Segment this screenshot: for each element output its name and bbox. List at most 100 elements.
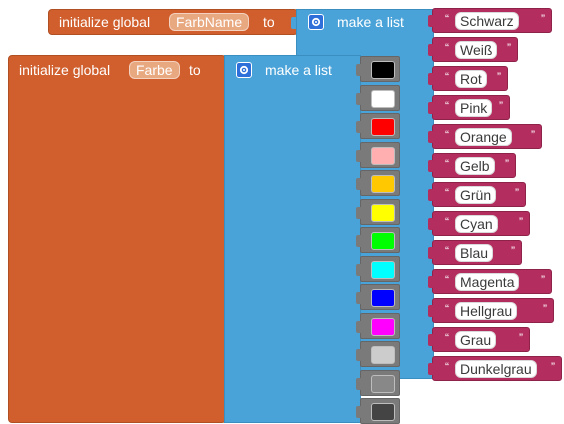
close-quote: ” (497, 70, 501, 84)
value-connector (356, 377, 362, 390)
text-string-block[interactable]: “ Grau ” (428, 327, 530, 352)
value-connector (428, 189, 434, 201)
color-block[interactable] (356, 312, 400, 339)
open-quote: “ (445, 215, 449, 229)
color-swatch[interactable] (371, 374, 395, 393)
value-connector (356, 406, 362, 418)
value-connector (428, 131, 434, 143)
value-connector (428, 276, 434, 288)
init-global-label: initialize global (59, 14, 151, 30)
text-string-block[interactable]: “ Rot ” (428, 66, 508, 91)
close-quote: ” (541, 12, 545, 26)
text-string-block[interactable]: “ Dunkelgrau ” (428, 356, 562, 381)
text-value-field[interactable]: Cyan (455, 215, 498, 233)
open-quote: “ (445, 186, 449, 200)
close-quote: ” (551, 360, 555, 374)
value-connector (428, 218, 434, 230)
color-block[interactable] (356, 255, 400, 282)
init-global-farbe-block[interactable]: initialize global Farbe to (8, 55, 226, 423)
close-quote: ” (507, 41, 511, 55)
color-block[interactable] (356, 398, 400, 424)
text-value-field[interactable]: Weiß (455, 41, 498, 59)
text-value-field[interactable]: Magenta (455, 273, 520, 291)
text-string-block[interactable]: “ Cyan ” (428, 211, 530, 236)
close-quote: ” (499, 99, 503, 113)
value-connector (428, 102, 434, 114)
color-swatch[interactable] (371, 232, 395, 250)
color-swatch[interactable] (371, 175, 395, 193)
color-swatch[interactable] (371, 118, 395, 136)
text-value-field[interactable]: Blau (455, 244, 494, 262)
gear-icon[interactable] (236, 62, 252, 78)
close-quote: ” (543, 302, 547, 316)
color-swatch[interactable] (371, 146, 395, 165)
make-a-list-label: make a list (337, 14, 404, 30)
text-string-block[interactable]: “ Gelb ” (428, 153, 516, 178)
variable-name-field[interactable]: FarbName (169, 13, 250, 31)
color-block[interactable] (356, 341, 400, 367)
open-quote: “ (445, 41, 449, 55)
color-block[interactable] (356, 84, 400, 111)
make-a-list-block-colors[interactable]: make a list (224, 55, 361, 423)
color-block[interactable] (356, 170, 400, 196)
text-string-block[interactable]: “ Orange ” (428, 124, 542, 149)
text-value-field[interactable]: Grün (455, 186, 497, 204)
color-swatch[interactable] (371, 346, 395, 364)
value-connector (428, 73, 434, 85)
text-string-block[interactable]: “ Schwarz ” (428, 8, 552, 33)
to-label: to (189, 62, 201, 78)
gear-icon[interactable] (308, 14, 324, 30)
value-connector (356, 292, 362, 304)
text-value-field[interactable]: Hellgrau (455, 302, 518, 320)
close-quote: ” (505, 157, 509, 171)
color-swatch[interactable] (371, 203, 395, 222)
init-global-label: initialize global (19, 62, 111, 78)
color-block[interactable] (356, 227, 400, 253)
text-string-block[interactable]: “ Hellgrau ” (428, 298, 554, 323)
open-quote: “ (445, 70, 449, 84)
color-block[interactable] (356, 141, 400, 168)
text-string-block[interactable]: “ Pink ” (428, 95, 510, 120)
text-string-block[interactable]: “ Magenta ” (428, 269, 552, 294)
value-connector (428, 44, 434, 56)
value-connector (428, 247, 434, 259)
close-quote: ” (531, 128, 535, 142)
color-block[interactable] (356, 198, 400, 225)
to-label: to (263, 14, 275, 30)
open-quote: “ (445, 302, 449, 316)
color-block[interactable] (356, 284, 400, 310)
value-connector (428, 363, 434, 375)
value-connector (356, 64, 362, 76)
text-string-block[interactable]: “ Weiß ” (428, 37, 518, 62)
color-block[interactable] (356, 56, 400, 82)
color-swatch[interactable] (371, 260, 395, 279)
text-value-field[interactable]: Pink (455, 99, 493, 117)
text-value-field[interactable]: Gelb (455, 157, 495, 175)
variable-name-field[interactable]: Farbe (129, 61, 180, 79)
text-value-field[interactable]: Rot (455, 70, 487, 88)
value-connector (356, 178, 362, 190)
open-quote: “ (445, 244, 449, 258)
color-block[interactable] (356, 113, 400, 139)
color-swatch[interactable] (371, 289, 395, 307)
value-connector (356, 263, 362, 276)
close-quote: ” (541, 273, 545, 287)
text-string-block[interactable]: “ Blau ” (428, 240, 522, 265)
value-connector (428, 305, 434, 317)
text-string-block[interactable]: “ Grün ” (428, 182, 526, 207)
value-connector (356, 149, 362, 162)
text-value-field[interactable]: Schwarz (455, 12, 519, 30)
text-value-field[interactable]: Dunkelgrau (455, 360, 537, 378)
color-swatch[interactable] (371, 317, 395, 336)
init-global-farbname-block[interactable]: initialize global FarbName to (48, 9, 298, 35)
color-swatch[interactable] (371, 89, 395, 108)
close-quote: ” (519, 331, 523, 345)
text-value-field[interactable]: Grau (455, 331, 497, 349)
open-quote: “ (445, 12, 449, 26)
text-value-field[interactable]: Orange (455, 128, 512, 146)
value-connector (428, 334, 434, 346)
color-swatch[interactable] (371, 403, 395, 421)
value-connector (428, 160, 434, 172)
color-block[interactable] (356, 369, 400, 396)
color-swatch[interactable] (371, 61, 395, 79)
